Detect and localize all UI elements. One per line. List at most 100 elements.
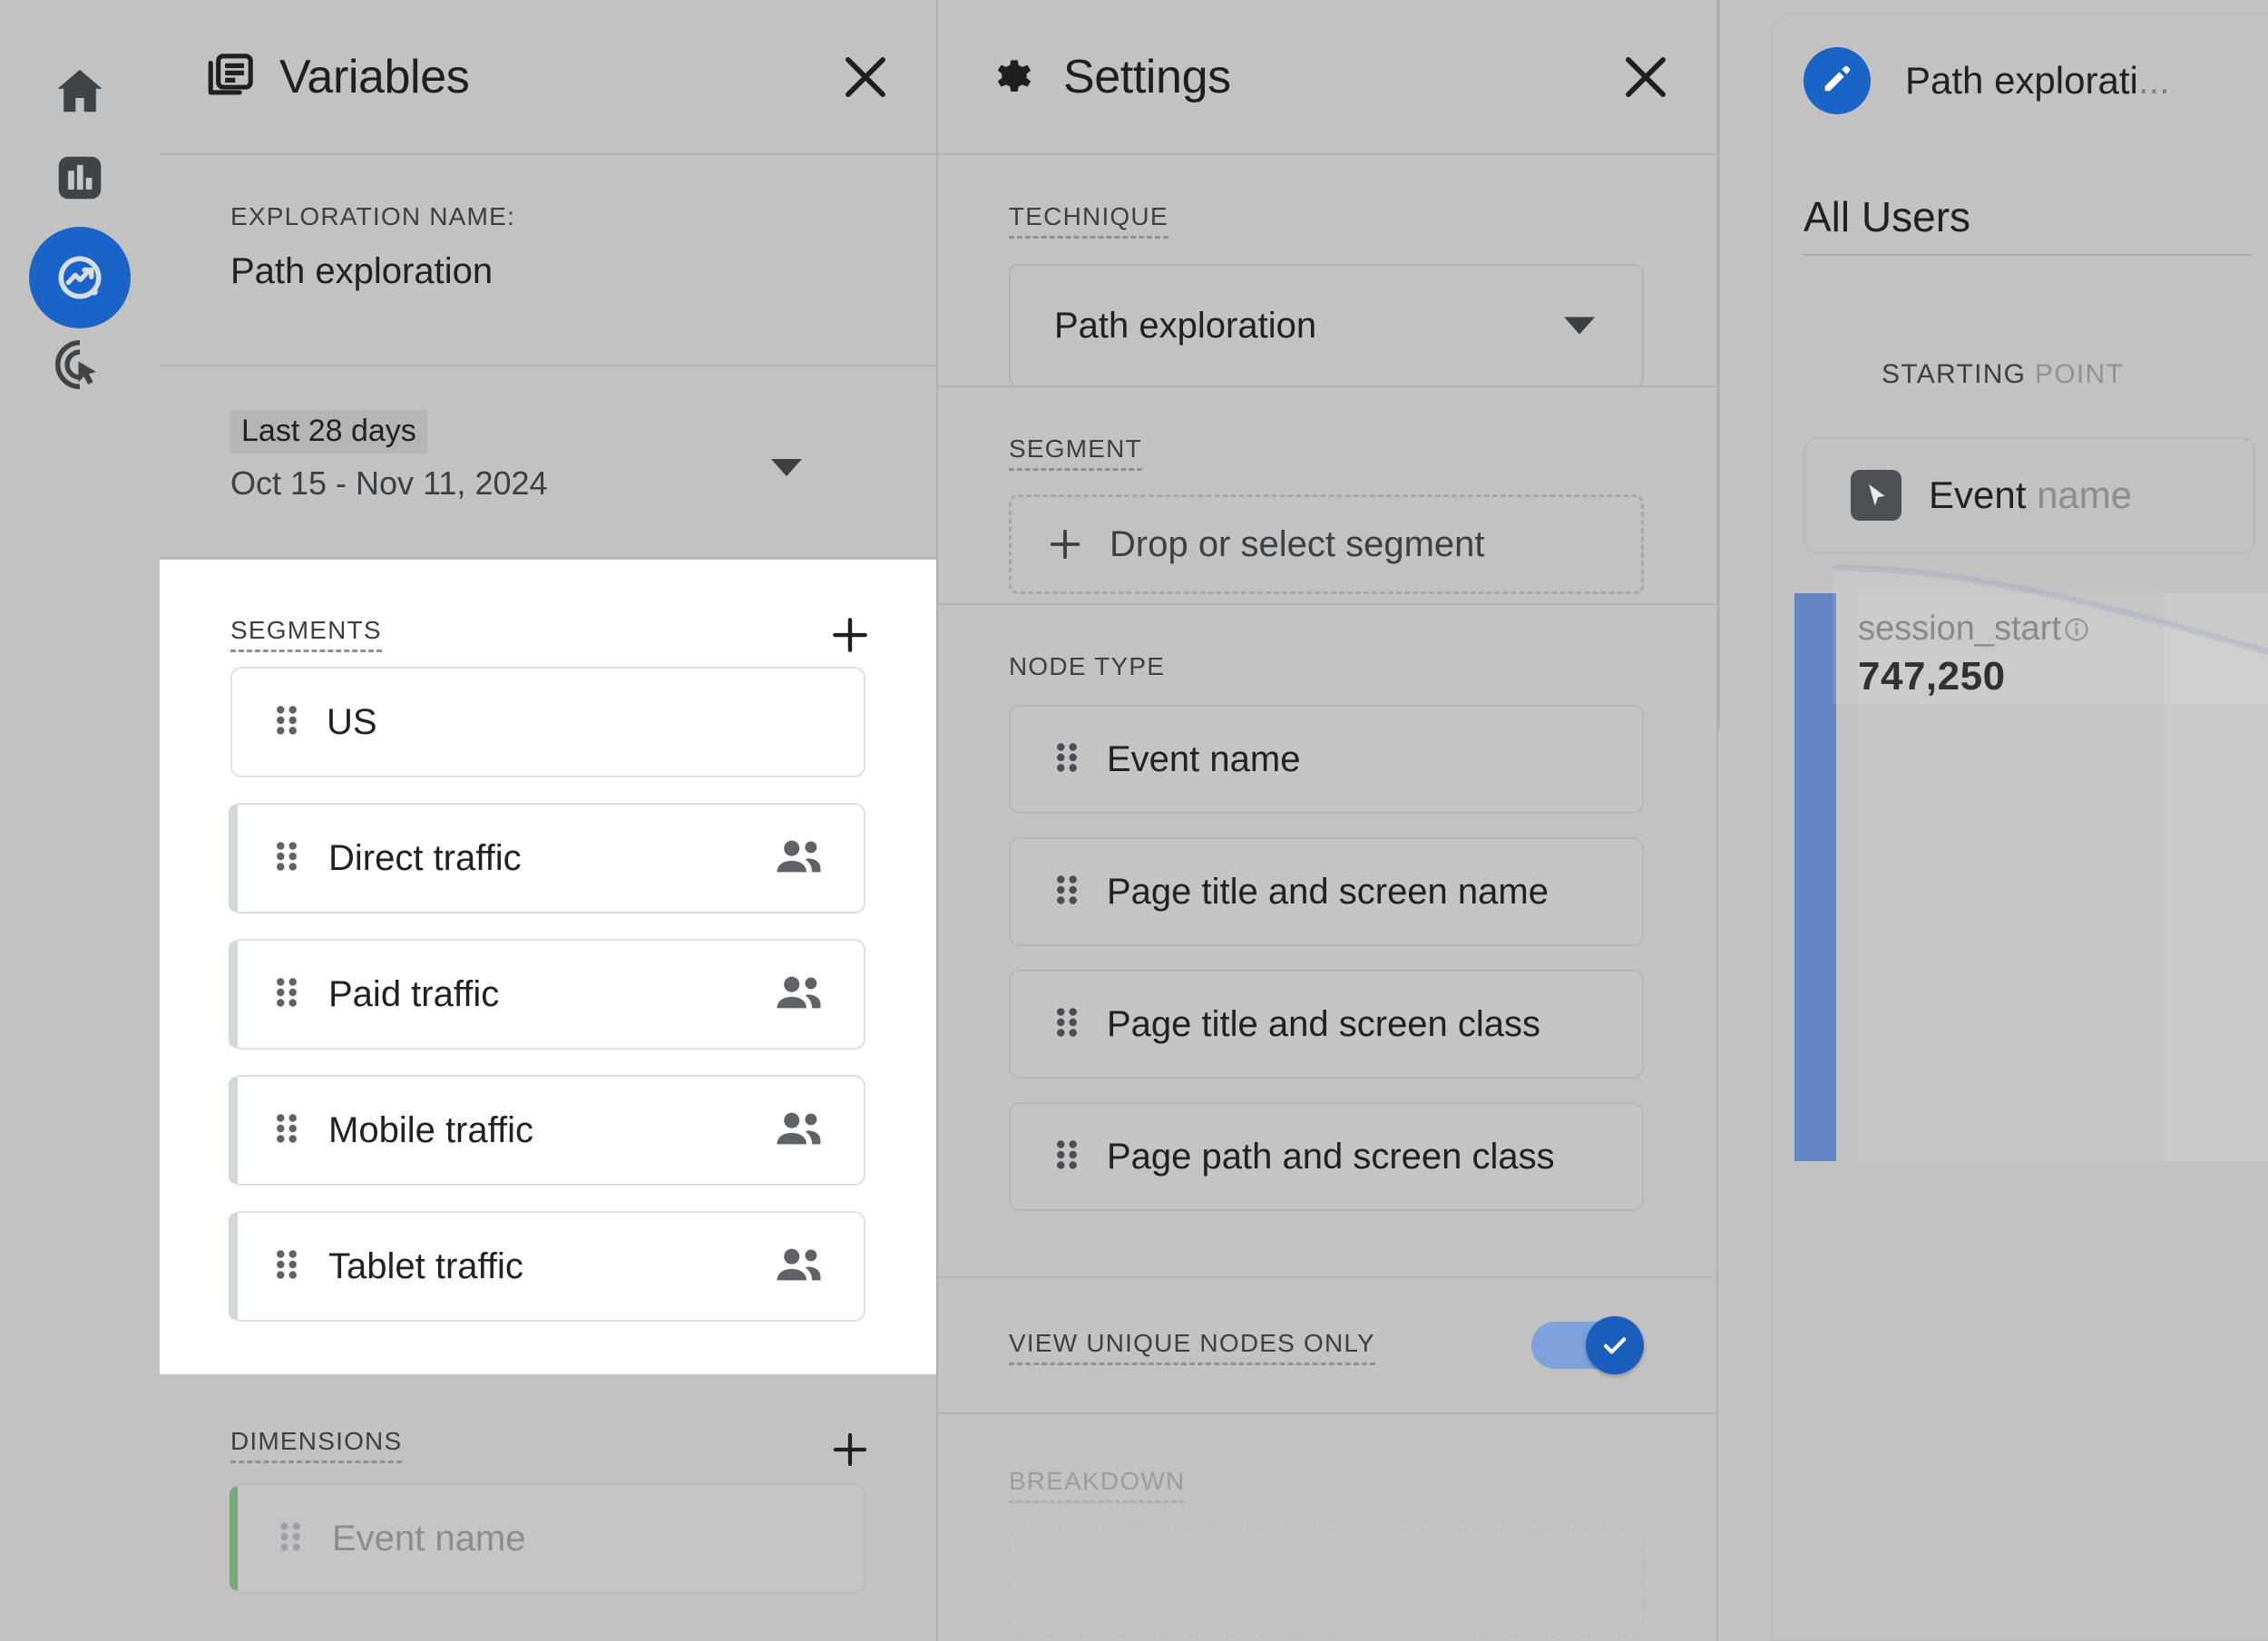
node-type-chip-page-path-screen-class[interactable]: Page path and screen class <box>1009 1102 1644 1211</box>
breakdown-caption: BREAKDOWN <box>1009 1467 1186 1503</box>
report-header: Path explorati... <box>1804 47 2170 114</box>
drag-handle-icon[interactable] <box>272 972 301 1018</box>
node-type-label: Event name <box>1107 738 1301 779</box>
segment-label: US <box>327 701 377 742</box>
drag-handle-icon[interactable] <box>1052 1134 1081 1180</box>
dimension-label: Event name <box>332 1518 526 1558</box>
technique-selected-value: Path exploration <box>1054 305 1317 346</box>
node-type-section: NODE TYPE Event name Page title and scre… <box>938 605 1716 1278</box>
drag-handle-icon[interactable] <box>1052 869 1081 915</box>
chevron-down-icon[interactable] <box>1564 317 1595 335</box>
node-type-chip-page-title-screen-name[interactable]: Page title and screen name <box>1009 837 1644 946</box>
user-segment-icon <box>775 1245 824 1289</box>
node-type-caption: NODE TYPE <box>1009 652 1166 680</box>
breakdown-section: BREAKDOWN <box>938 1414 1716 1637</box>
report-canvas: Path explorati... All Users STARTING POI… <box>1718 0 2268 1641</box>
starting-point-caption-strong: STARTING <box>1882 359 2027 389</box>
segment-section: SEGMENT Drop or select segment <box>938 387 1716 605</box>
close-settings-button[interactable] <box>1613 44 1678 110</box>
dimension-accent-bar <box>230 1487 238 1590</box>
close-variables-button[interactable] <box>833 44 898 110</box>
date-range-chip[interactable]: Last 28 days <box>230 410 427 454</box>
dimensions-caption: DIMENSIONS <box>230 1427 403 1463</box>
metric-selector[interactable]: All Users <box>1804 192 2252 256</box>
segment-label: Tablet traffic <box>328 1245 523 1286</box>
cursor-select-icon <box>1851 470 1901 521</box>
view-unique-nodes-section: VIEW UNIQUE NODES ONLY <box>938 1278 1716 1414</box>
segment-chip-tablet-traffic[interactable]: Tablet traffic <box>229 1211 865 1322</box>
ga4-path-exploration-screen: Variables EXPLORATION NAME: Path explora… <box>0 0 2268 1641</box>
report-card: Path explorati... All Users STARTING POI… <box>1771 13 2268 1641</box>
drag-handle-icon[interactable] <box>1052 737 1081 783</box>
segment-chip-us[interactable]: US <box>230 667 865 777</box>
node-type-chip-event-name[interactable]: Event name <box>1009 705 1644 814</box>
breakdown-dropzone[interactable] <box>1009 1529 1644 1637</box>
starting-point-node-selector[interactable]: Event name <box>1804 437 2255 553</box>
segment-drag-affordance <box>229 1077 238 1184</box>
user-segment-icon <box>775 972 824 1017</box>
segment-caption: SEGMENT <box>1009 435 1142 471</box>
toggle-knob-checked <box>1586 1316 1644 1374</box>
advertising-target-icon <box>52 337 108 393</box>
segments-caption: SEGMENTS <box>230 616 382 652</box>
explore-icon <box>53 250 107 305</box>
starting-point-node-label: Event name <box>1929 474 2132 517</box>
report-title: Path explorati... <box>1905 59 2170 103</box>
edit-report-button[interactable] <box>1804 47 1871 114</box>
view-unique-nodes-caption: VIEW UNIQUE NODES ONLY <box>1009 1329 1375 1365</box>
technique-section: TECHNIQUE Path exploration <box>938 155 1716 387</box>
settings-title: Settings <box>1063 50 1231 103</box>
technique-select[interactable]: Path exploration <box>1009 264 1644 387</box>
node-type-label: Page path and screen class <box>1107 1136 1555 1177</box>
sidebar-item-reports[interactable] <box>29 127 131 229</box>
bar-chart-icon <box>52 150 108 206</box>
plus-icon <box>1044 523 1086 565</box>
settings-panel-header: Settings <box>938 0 1716 155</box>
starting-point-caption-faded: POINT <box>2026 359 2125 389</box>
session-start-bar[interactable] <box>1794 593 1836 1161</box>
date-range-picker[interactable]: Last 28 days Oct 15 - Nov 11, 2024 <box>160 366 936 559</box>
report-title-text: Path explorati <box>1905 59 2138 102</box>
drag-handle-icon[interactable] <box>276 1516 305 1562</box>
node-label-faded: name <box>2026 474 2133 516</box>
dimensions-section: DIMENSIONS Event name <box>160 1374 936 1594</box>
left-nav-rail <box>0 0 160 1641</box>
node-type-chip-page-title-screen-class[interactable]: Page title and screen class <box>1009 970 1644 1079</box>
add-segment-button[interactable] <box>820 605 880 665</box>
node-type-label: Page title and screen name <box>1107 871 1549 912</box>
node-label-strong: Event <box>1929 474 2027 516</box>
drag-handle-icon[interactable] <box>272 1108 301 1154</box>
segment-chip-paid-traffic[interactable]: Paid traffic <box>229 939 865 1050</box>
segment-drag-affordance <box>229 1213 238 1320</box>
segment-chip-mobile-traffic[interactable]: Mobile traffic <box>229 1075 865 1186</box>
node-type-label: Page title and screen class <box>1107 1003 1541 1044</box>
segment-chip-direct-traffic[interactable]: Direct traffic <box>229 803 865 913</box>
gear-icon <box>989 52 1040 103</box>
metric-underline <box>1804 254 2252 256</box>
variables-panel-header: Variables <box>160 0 936 155</box>
pencil-icon <box>1820 62 1854 101</box>
segment-label: Mobile traffic <box>328 1109 534 1150</box>
exploration-name-block: EXPLORATION NAME: Path exploration <box>160 155 936 366</box>
flow-curve <box>1833 564 2268 704</box>
chevron-down-icon[interactable] <box>771 459 802 476</box>
sidebar-item-advertising[interactable] <box>29 314 131 415</box>
exploration-name-value[interactable]: Path exploration <box>230 251 936 292</box>
page-title: Variables <box>279 50 470 103</box>
view-unique-nodes-toggle[interactable] <box>1531 1316 1644 1374</box>
drag-handle-icon[interactable] <box>272 1244 301 1290</box>
drag-handle-icon[interactable] <box>1052 1001 1081 1048</box>
settings-panel: Settings TECHNIQUE Path exploration SEGM… <box>938 0 1718 1641</box>
segment-dropzone-label: Drop or select segment <box>1110 523 1485 564</box>
segment-dropzone[interactable]: Drop or select segment <box>1009 494 1644 594</box>
technique-caption: TECHNIQUE <box>1009 202 1168 239</box>
exploration-name-caption: EXPLORATION NAME: <box>230 202 515 230</box>
dimension-chip-event-name[interactable]: Event name <box>230 1483 865 1594</box>
user-segment-icon <box>775 1109 824 1153</box>
user-segment-icon <box>775 836 824 881</box>
report-title-ellipsis: ... <box>2137 59 2170 102</box>
drag-handle-icon[interactable] <box>272 835 301 882</box>
drag-handle-icon[interactable] <box>272 699 301 746</box>
add-dimension-button[interactable] <box>820 1420 880 1480</box>
starting-point-caption: STARTING POINT <box>1882 359 2124 390</box>
